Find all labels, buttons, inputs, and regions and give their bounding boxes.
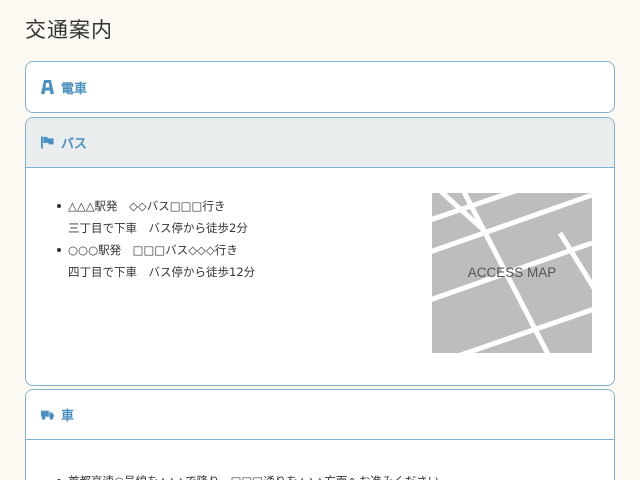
- accordion-header-bus[interactable]: バス: [26, 118, 614, 168]
- accordion-header-car[interactable]: 車: [26, 390, 614, 440]
- list-item: ○○○駅発 □□□バス◇◇◇行き 四丁目で下車 バス停から徒歩12分: [56, 239, 256, 283]
- list-item: △△△駅発 ◇◇バス□□□行き 三丁目で下車 バス停から徒歩2分: [56, 195, 255, 239]
- route-line: 四丁目で下車 バス停から徒歩12分: [68, 265, 256, 279]
- bus-route-list: △△△駅発 ◇◇バス□□□行き 三丁目で下車 バス停から徒歩2分 ○○○駅発 □…: [56, 195, 255, 283]
- accordion-label-car: 車: [61, 409, 75, 424]
- accordion-panel-car: 車 首都高速○号線を△△△で降り、□□□通りを△△△方面へお進みください。: [25, 389, 615, 480]
- access-map-label: ACCESS MAP: [467, 265, 557, 280]
- truck-icon: [41, 408, 54, 421]
- accordion-panel-bus: バス △△△駅発 ◇◇バス□□□行き 三丁目で下車 バス停から徒歩2分 ○○○駅…: [25, 117, 615, 386]
- car-route-list: 首都高速○号線を△△△で降り、□□□通りを△△△方面へお進みください。: [56, 470, 451, 480]
- list-item: 首都高速○号線を△△△で降り、□□□通りを△△△方面へお進みください。: [57, 470, 451, 480]
- access-map-image: ACCESS MAP: [432, 193, 592, 353]
- train-icon: [41, 80, 54, 94]
- route-line: 三丁目で下車 バス停から徒歩2分: [68, 221, 248, 235]
- flag-icon: [41, 136, 54, 149]
- route-line: △△△駅発 ◇◇バス□□□行き: [68, 199, 226, 213]
- accordion-header-train[interactable]: 電車: [26, 62, 614, 112]
- accordion-panel-train: 電車: [25, 61, 615, 113]
- accordion-label-train: 電車: [61, 81, 88, 97]
- accordion-label-bus: バス: [61, 137, 88, 152]
- route-line: ○○○駅発 □□□バス◇◇◇行き: [68, 243, 238, 257]
- page-title: 交通案内: [25, 18, 113, 42]
- page: 交通案内 電車 バス △△△駅発 ◇◇バス□□□行き 三丁目で下車 バス停から徒…: [0, 0, 640, 480]
